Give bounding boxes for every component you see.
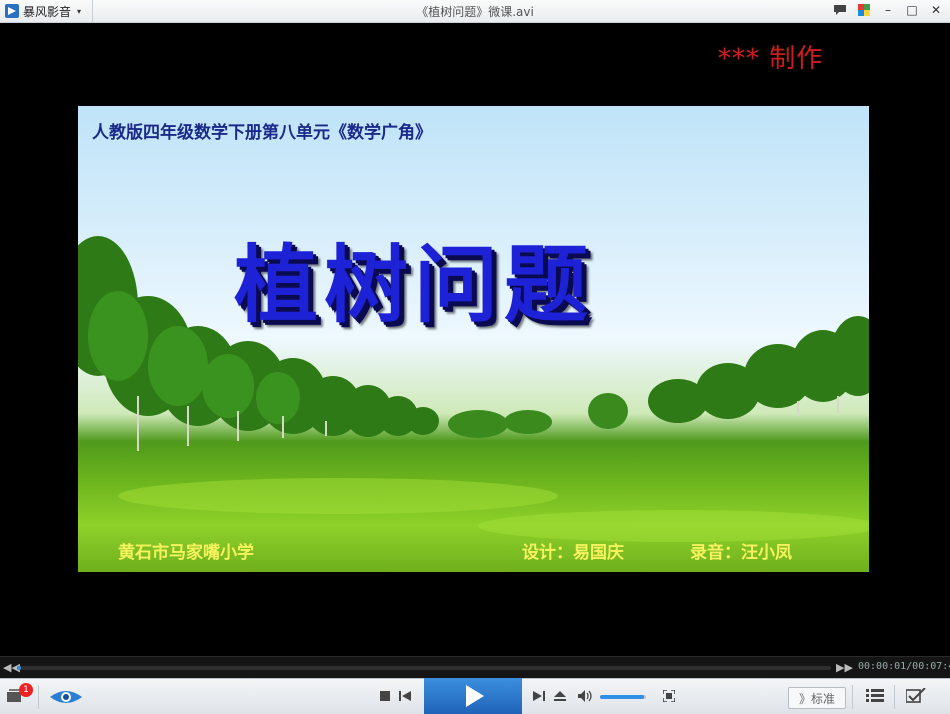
- close-button[interactable]: ✕: [928, 2, 944, 18]
- landscape-illustration: [78, 236, 869, 542]
- eye-icon[interactable]: [48, 688, 84, 706]
- video-credit: *** 制作: [718, 44, 824, 74]
- palette-icon[interactable]: [856, 2, 872, 18]
- maximize-button[interactable]: □: [904, 2, 920, 18]
- eject-icon[interactable]: [553, 689, 567, 703]
- fullscreen-icon[interactable]: [662, 689, 676, 703]
- slide-header: 人教版四年级数学下册第八单元《数学广角》: [92, 123, 432, 143]
- slide-school: 黄石市马家嘴小学: [118, 543, 254, 563]
- volume-slider[interactable]: [600, 695, 646, 699]
- title-bar: 暴风影音 ▾ 《植树问题》微课.avi – □ ✕: [0, 0, 950, 23]
- fast-forward-icon[interactable]: ▶▶: [836, 661, 853, 674]
- slide-audio-credit: 录音：汪小凤: [690, 543, 792, 563]
- control-bar: 1 》标准: [0, 678, 950, 714]
- play-button[interactable]: [424, 678, 522, 714]
- quality-button[interactable]: 》标准: [788, 687, 846, 709]
- volume-slider-fill: [600, 695, 644, 699]
- stop-icon[interactable]: [378, 689, 392, 703]
- toolbox-check-icon[interactable]: [906, 688, 928, 703]
- next-icon[interactable]: [532, 689, 546, 703]
- play-icon: [466, 685, 484, 707]
- progress-bar-row: ◀◀ ▶▶ 00:00:01/00:07:42: [0, 656, 950, 679]
- volume-icon[interactable]: [578, 689, 592, 703]
- slide-design-credit: 设计：易国庆: [522, 543, 624, 563]
- list-view-icon[interactable]: [866, 689, 884, 703]
- quality-label: 》标准: [798, 691, 835, 706]
- time-readout: 00:00:01/00:07:42: [858, 661, 950, 672]
- speech-bubble-icon[interactable]: [832, 2, 848, 18]
- slide-title: 植树问题: [234, 236, 595, 334]
- divider: [38, 685, 39, 709]
- divider: [852, 685, 853, 709]
- previous-icon[interactable]: [398, 689, 412, 703]
- divider: [894, 685, 895, 709]
- minimize-button[interactable]: –: [880, 2, 896, 18]
- video-frame[interactable]: 人教版四年级数学下册第八单元《数学广角》 植树问题 黄石市马家嘴小学 设计：易国…: [78, 106, 869, 572]
- seek-bar[interactable]: [17, 666, 831, 670]
- seek-bar-fill: [17, 666, 21, 670]
- window-title: 《植树问题》微课.avi: [416, 5, 534, 19]
- playlist-badge: 1: [19, 683, 33, 697]
